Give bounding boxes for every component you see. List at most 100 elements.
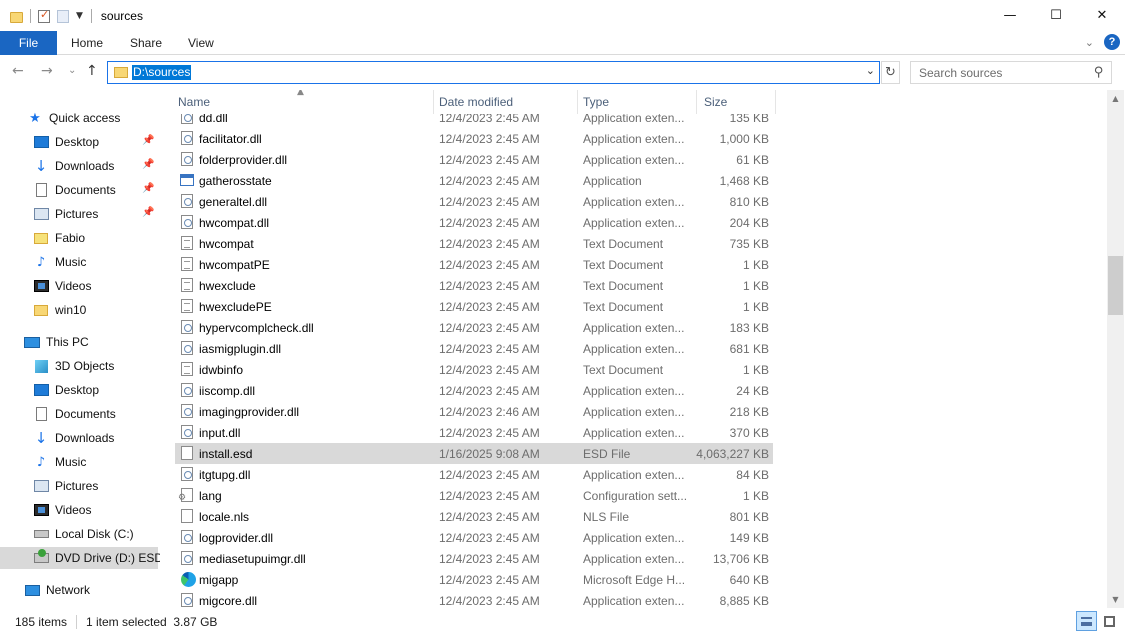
- customize-toolbar-dropdown-icon[interactable]: ▼: [76, 11, 83, 21]
- address-path[interactable]: D:\sources: [132, 65, 192, 80]
- file-date-modified: 12/4/2023 2:45 AM: [439, 342, 540, 356]
- help-icon[interactable]: ?: [1104, 34, 1120, 50]
- file-date-modified: 12/4/2023 2:45 AM: [439, 552, 540, 566]
- file-date-modified: 12/4/2023 2:45 AM: [439, 153, 540, 167]
- tab-file[interactable]: File: [0, 31, 57, 55]
- file-row[interactable]: folderprovider.dll 12/4/2023 2:45 AM Appli…: [175, 149, 773, 170]
- address-dropdown-icon[interactable]: ⌄: [866, 64, 875, 77]
- tab-share[interactable]: Share: [130, 31, 162, 55]
- file-name: input.dll: [199, 426, 241, 440]
- file-row[interactable]: migapp 12/4/2023 2:45 AM Microsoft Edge H.…: [175, 569, 773, 590]
- search-input[interactable]: [911, 62, 1091, 83]
- nav-pc-downloads[interactable]: ↓ Downloads: [0, 427, 158, 449]
- file-type: Application exten...: [583, 594, 685, 608]
- toolbar-divider: [90, 9, 92, 23]
- file-row[interactable]: install.esd 1/16/2025 9:08 AM ESD File 4,06…: [175, 443, 773, 464]
- column-size[interactable]: Size: [704, 95, 727, 109]
- file-row[interactable]: imagingprovider.dll 12/4/2023 2:46 AM Appl…: [175, 401, 773, 422]
- file-row[interactable]: iiscomp.dll 12/4/2023 2:45 AM Application …: [175, 380, 773, 401]
- maximize-button[interactable]: ☐: [1033, 0, 1079, 30]
- nav-dvd-drive[interactable]: DVD Drive (D:) ESD-: [0, 547, 160, 569]
- nav-label: Desktop: [55, 135, 100, 149]
- file-row[interactable]: logprovider.dll 12/4/2023 2:45 AM Applicat…: [175, 527, 773, 548]
- nav-local-disk[interactable]: Local Disk (C:): [0, 523, 158, 545]
- nav-music[interactable]: ♪ Music: [0, 251, 158, 273]
- nav-downloads[interactable]: ↓ Downloads 📌: [0, 155, 158, 177]
- file-row[interactable]: hwcompat 12/4/2023 2:45 AM Text Document 73…: [175, 233, 773, 254]
- file-row[interactable]: locale.nls 12/4/2023 2:45 AM NLS File 801 K…: [175, 506, 773, 527]
- nav-fabio[interactable]: Fabio: [0, 227, 158, 249]
- file-size: 1 KB: [742, 258, 769, 272]
- column-divider[interactable]: [696, 90, 697, 114]
- details-view-button[interactable]: [1076, 611, 1097, 631]
- new-folder-icon[interactable]: [57, 9, 69, 23]
- column-divider[interactable]: [577, 90, 578, 114]
- nav-pc-music[interactable]: ♪ Music: [0, 451, 158, 473]
- file-size: 204 KB: [729, 216, 769, 230]
- properties-icon[interactable]: [38, 8, 50, 23]
- file-date-modified: 12/4/2023 2:45 AM: [439, 489, 540, 503]
- nav-3d-objects[interactable]: 3D Objects: [0, 355, 158, 377]
- back-arrow-icon[interactable]: ←: [12, 63, 24, 79]
- file-row[interactable]: input.dll 12/4/2023 2:45 AM Application ex…: [175, 422, 773, 443]
- picture-icon: [33, 478, 49, 494]
- file-row[interactable]: facilitator.dll 12/4/2023 2:45 AM Applicat…: [175, 128, 773, 149]
- file-row[interactable]: hwcompatPE 12/4/2023 2:45 AM Text Document…: [175, 254, 773, 275]
- scroll-up-arrow-icon[interactable]: ▲: [1107, 90, 1124, 107]
- column-divider[interactable]: [433, 90, 434, 114]
- file-txt-icon: [181, 278, 193, 292]
- file-name: install.esd: [199, 447, 253, 461]
- column-name[interactable]: Name: [178, 95, 210, 109]
- scroll-down-arrow-icon[interactable]: ▼: [1107, 591, 1124, 608]
- tab-view[interactable]: View: [188, 31, 214, 55]
- ribbon-controls: ⌄ ?: [1085, 34, 1120, 50]
- tab-home[interactable]: Home: [71, 31, 103, 55]
- nav-pc-desktop[interactable]: Desktop: [0, 379, 158, 401]
- pin-icon: 📌: [142, 207, 155, 218]
- file-row[interactable]: lang 12/4/2023 2:45 AM Configuration sett.…: [175, 485, 773, 506]
- nav-this-pc[interactable]: This PC: [0, 331, 158, 353]
- minimize-button[interactable]: —: [987, 0, 1033, 30]
- file-row[interactable]: hwexclude 12/4/2023 2:45 AM Text Document 1…: [175, 275, 773, 296]
- nav-documents[interactable]: Documents 📌: [0, 179, 158, 201]
- file-row[interactable]: generaltel.dll 12/4/2023 2:45 AM Applicati…: [175, 191, 773, 212]
- nav-desktop[interactable]: Desktop 📌: [0, 131, 158, 153]
- file-row[interactable]: hypervcomplcheck.dll 12/4/2023 2:45 AM App…: [175, 317, 773, 338]
- nav-network[interactable]: Network: [0, 579, 158, 601]
- nav-label: Desktop: [55, 383, 100, 397]
- file-row[interactable]: gatherosstate 12/4/2023 2:45 AM Applicatio…: [175, 170, 773, 191]
- search-box[interactable]: ⚲: [910, 61, 1112, 84]
- refresh-icon[interactable]: ↻: [881, 61, 900, 84]
- expand-ribbon-icon[interactable]: ⌄: [1085, 36, 1094, 49]
- nav-pc-pictures[interactable]: Pictures: [0, 475, 158, 497]
- column-type[interactable]: Type: [583, 95, 609, 109]
- file-name: iiscomp.dll: [199, 384, 256, 398]
- file-row[interactable]: mediasetupuimgr.dll 12/4/2023 2:45 AM Appl…: [175, 548, 773, 569]
- vertical-scrollbar[interactable]: ▲ ▼: [1107, 90, 1124, 608]
- search-icon[interactable]: ⚲: [1094, 65, 1104, 80]
- recent-locations-dropdown-icon[interactable]: ⌄: [68, 65, 76, 76]
- pin-icon: 📌: [142, 135, 155, 146]
- address-bar[interactable]: D:\sources ⌄: [107, 61, 880, 84]
- file-row[interactable]: itgtupg.dll 12/4/2023 2:45 AM Application …: [175, 464, 773, 485]
- file-row[interactable]: hwexcludePE 12/4/2023 2:45 AM Text Documen…: [175, 296, 773, 317]
- file-size: 1,468 KB: [719, 174, 769, 188]
- file-row[interactable]: migcore.dll 12/4/2023 2:45 AM Application …: [175, 590, 773, 608]
- nav-pc-documents[interactable]: Documents: [0, 403, 158, 425]
- file-row[interactable]: idwbinfo 12/4/2023 2:45 AM Text Document 1 …: [175, 359, 773, 380]
- nav-videos[interactable]: Videos: [0, 275, 158, 297]
- nav-pictures[interactable]: Pictures 📌: [0, 203, 158, 225]
- file-row[interactable]: iasmigplugin.dll 12/4/2023 2:45 AM Applica…: [175, 338, 773, 359]
- nav-quick-access[interactable]: ★ Quick access: [0, 107, 158, 129]
- scroll-thumb[interactable]: [1108, 256, 1123, 315]
- up-arrow-icon[interactable]: ↑: [86, 63, 98, 79]
- column-divider[interactable]: [775, 90, 776, 114]
- nav-pc-videos[interactable]: Videos: [0, 499, 158, 521]
- file-date-modified: 12/4/2023 2:45 AM: [439, 132, 540, 146]
- file-row[interactable]: hwcompat.dll 12/4/2023 2:45 AM Application…: [175, 212, 773, 233]
- column-date-modified[interactable]: Date modified: [439, 95, 513, 109]
- forward-arrow-icon[interactable]: →: [41, 63, 53, 79]
- nav-win10[interactable]: win10: [0, 299, 158, 321]
- close-button[interactable]: ✕: [1079, 0, 1125, 30]
- large-icons-view-button[interactable]: [1099, 611, 1120, 631]
